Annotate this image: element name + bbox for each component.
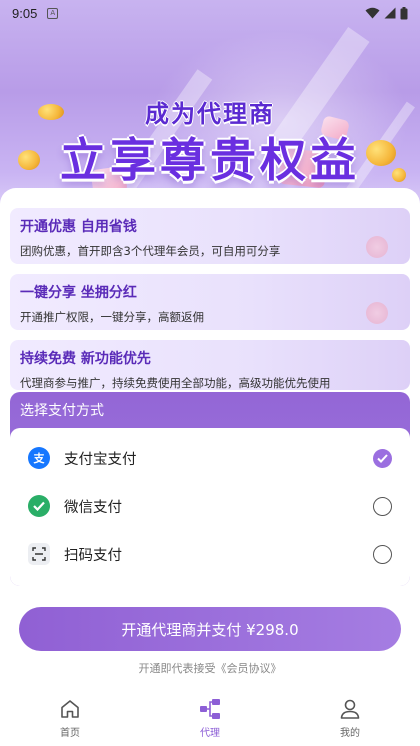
payment-option-label: 扫码支付 [64,547,122,564]
benefit-description: 代理商参与推广，持续免费使用全部功能，高级功能优先使用 [20,376,331,390]
membership-agreement-link[interactable]: 开通即代表接受《会员协议》 [0,660,420,676]
hero-title: 立享尊贵权益 [60,133,360,187]
decorative-coin-icon [366,302,388,324]
signal-icon [384,7,396,19]
nav-label: 首页 [60,727,80,739]
notification-a-icon: A [47,7,59,19]
benefit-title: 开通优惠 自用省钱 [20,219,137,235]
nav-item-profile[interactable]: 我的 [280,690,420,746]
payment-options-list: 支 支付宝支付 微信支付 扫码支付 [10,428,410,586]
status-bar: 9:05 A [0,0,420,26]
wechat-pay-icon [28,495,50,517]
status-time: 9:05 [12,5,38,21]
bottom-nav: 首页 代理 我的 [0,690,420,746]
home-icon [61,699,79,718]
benefit-card-free: 持续免费 新功能优先 代理商参与推广，持续免费使用全部功能，高级功能优先使用 [10,340,410,390]
decorative-coin-icon [366,236,388,258]
payment-panel-header: 选择支付方式 [20,403,104,419]
benefit-description: 团购优惠，首开即含3个代理年会员，可自用可分享 [20,244,281,258]
nav-label: 我的 [340,727,360,739]
profile-icon [340,699,360,719]
svg-text:支: 支 [33,451,46,465]
wifi-icon [365,7,380,19]
benefit-card-share: 一键分享 坐拥分红 开通推广权限，一键分享，高额返佣 [10,274,410,330]
nav-item-agent[interactable]: 代理 [140,690,280,746]
radio-unchecked-icon[interactable] [373,496,392,516]
nav-item-home[interactable]: 首页 [0,690,140,746]
payment-option-scan[interactable]: 扫码支付 [10,530,410,578]
radio-unchecked-icon[interactable] [373,544,392,564]
battery-icon [400,6,408,19]
payment-option-alipay[interactable]: 支 支付宝支付 [10,434,410,482]
agent-icon [200,698,220,719]
payment-option-label: 支付宝支付 [64,451,137,468]
scan-icon [28,543,50,565]
payment-option-wechat[interactable]: 微信支付 [10,482,410,530]
benefit-card-discount: 开通优惠 自用省钱 团购优惠，首开即含3个代理年会员，可自用可分享 [10,208,410,264]
open-agent-pay-button[interactable]: 开通代理商并支付 ¥298.0 [19,607,401,651]
radio-checked-icon[interactable] [373,448,392,468]
benefit-title: 一键分享 坐拥分红 [20,285,137,301]
payment-method-panel: 选择支付方式 支 支付宝支付 微信支付 扫码支付 [10,392,410,586]
benefit-description: 开通推广权限，一键分享，高额返佣 [20,310,204,324]
payment-option-label: 微信支付 [64,499,122,516]
alipay-icon: 支 [28,447,50,469]
nav-label: 代理 [200,727,220,739]
benefit-title: 持续免费 新功能优先 [20,351,151,367]
